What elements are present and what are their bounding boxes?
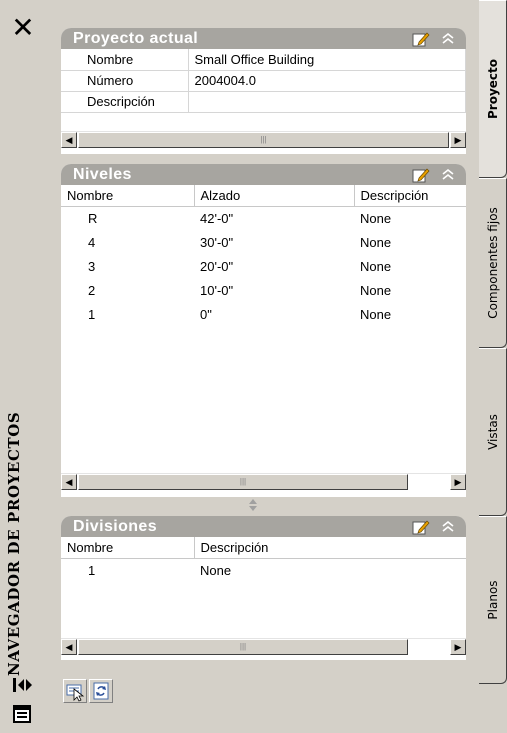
scroll-right-icon[interactable]: ▶ [450,639,466,655]
table-header-row: Nombre Alzado Descripción [61,185,466,207]
property-label: Descripción [61,91,189,113]
column-header-description[interactable]: Descripción [354,185,466,207]
scroll-thumb[interactable]: ||| [78,639,408,655]
column-header-description[interactable]: Descripción [194,537,466,559]
divisions-panel: Divisiones Nombre Descripción 1 None ◀ |… [61,516,466,660]
tab-label: Vistas [485,414,500,450]
scroll-thumb[interactable]: ||| [78,474,408,490]
collapse-icon[interactable] [440,31,456,47]
table-row[interactable]: 3 20'-0" None [61,254,466,278]
table-row[interactable]: Nombre Small Office Building [61,49,466,71]
column-header-name[interactable]: Nombre [61,537,195,559]
column-header-name[interactable]: Nombre [61,185,195,207]
table-row[interactable]: Número 2004004.0 [61,70,466,92]
edit-icon[interactable] [412,31,430,47]
refresh-button[interactable] [89,679,113,703]
refresh-icon [93,682,109,700]
close-icon[interactable]: ✕ [9,14,37,42]
level-name: 1 [88,306,96,322]
division-description: None [200,562,232,578]
title-strip: ✕ NAVEGADOR DE PROYECTOS [0,0,47,733]
level-description: None [360,234,392,250]
palette-main: Proyecto actual Nombre Small Office Buil… [47,0,479,733]
levels-panel: Niveles Nombre Alzado Descripción R 42'-… [61,164,466,497]
current-project-title: Proyecto actual [73,30,199,47]
level-description: None [360,282,392,298]
divisions-title: Divisiones [73,518,158,535]
table-row[interactable]: R 42'-0" None [61,206,466,230]
edit-icon[interactable] [412,167,430,183]
project-properties-table: Nombre Small Office Building Número 2004… [61,49,466,113]
division-name: 1 [88,562,96,578]
level-description: None [360,210,392,226]
property-value[interactable] [188,91,466,113]
divisions-hscrollbar[interactable]: ◀ ||| ▶ [61,638,466,655]
select-project-icon [66,684,85,702]
scroll-right-icon[interactable]: ▶ [450,474,466,490]
scroll-left-icon[interactable]: ◀ [61,132,77,148]
level-elevation: 20'-0" [200,258,234,274]
splitter-grip-icon[interactable] [247,497,259,513]
tab-label: Planos [485,580,500,620]
property-value[interactable]: 2004004.0 [188,70,466,92]
tab-planos[interactable]: Planos [479,516,507,684]
level-name: 2 [88,282,96,298]
level-elevation: 30'-0" [200,234,234,250]
levels-header[interactable]: Niveles [61,164,466,185]
tab-strip: Proyecto Componentes fijos Vistas Planos [479,0,507,733]
current-project-panel: Proyecto actual Nombre Small Office Buil… [61,28,466,154]
level-elevation: 0" [200,306,212,322]
tab-componentes-fijos[interactable]: Componentes fijos [479,178,507,348]
table-row[interactable]: 1 0" None [61,302,466,326]
tab-vistas[interactable]: Vistas [479,348,507,516]
collapse-icon[interactable] [440,167,456,183]
table-row[interactable]: 1 None [61,558,466,582]
level-description: None [360,306,392,322]
levels-title: Niveles [73,166,132,183]
scroll-thumb[interactable]: ||| [78,132,449,148]
scroll-left-icon[interactable]: ◀ [61,639,77,655]
property-label: Nombre [61,49,189,71]
level-name: 3 [88,258,96,274]
properties-icon[interactable] [12,704,32,724]
column-header-elevation[interactable]: Alzado [194,185,355,207]
tab-label: Proyecto [485,58,500,120]
level-elevation: 10'-0" [200,282,234,298]
table-row[interactable]: 2 10'-0" None [61,278,466,302]
level-description: None [360,258,392,274]
property-value[interactable]: Small Office Building [188,49,466,71]
select-project-button[interactable] [63,679,87,703]
project-hscrollbar[interactable]: ◀ ||| ▶ [61,131,466,148]
tab-proyecto[interactable]: Proyecto [479,0,507,178]
tab-label: Componentes fijos [485,207,500,319]
table-header-row: Nombre Descripción [61,537,466,559]
levels-table: Nombre Alzado Descripción R 42'-0" None … [61,185,466,326]
auto-hide-icon[interactable] [12,676,34,694]
table-row[interactable]: 4 30'-0" None [61,230,466,254]
property-label: Número [61,70,189,92]
levels-hscrollbar[interactable]: ◀ ||| ▶ [61,473,466,490]
collapse-icon[interactable] [440,519,456,535]
edit-icon[interactable] [412,519,430,535]
divisions-table: Nombre Descripción 1 None [61,537,466,582]
scroll-right-icon[interactable]: ▶ [450,132,466,148]
divisions-header[interactable]: Divisiones [61,516,466,537]
table-row[interactable]: Descripción [61,91,466,113]
palette-title: NAVEGADOR DE PROYECTOS [5,411,23,676]
level-name: 4 [88,234,96,250]
scroll-left-icon[interactable]: ◀ [61,474,77,490]
current-project-header[interactable]: Proyecto actual [61,28,466,49]
level-name: R [88,210,98,226]
level-elevation: 42'-0" [200,210,234,226]
